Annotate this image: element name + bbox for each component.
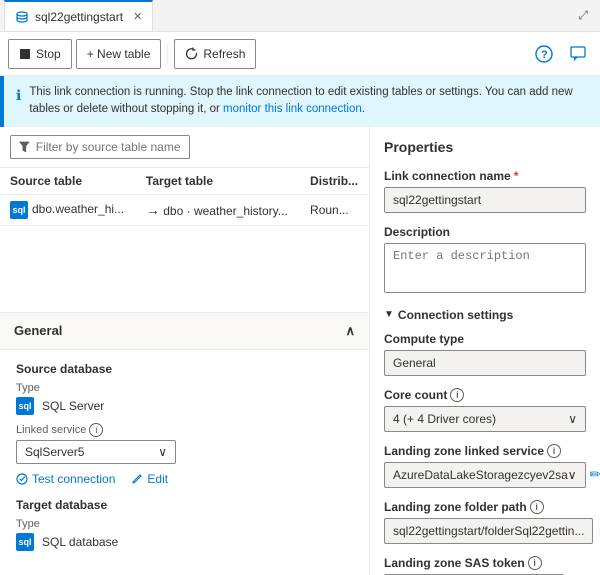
right-panel: Properties Link connection name * Descri… (370, 127, 600, 575)
col-distrib: Distrib... (300, 168, 369, 195)
core-count-field: Core count i 4 (+ 4 Driver cores) ∨ (384, 388, 586, 432)
left-panel: Source table Target table Distrib... sql… (0, 127, 370, 575)
landing-zone-path-select[interactable]: sql22gettingstart/folderSql22gettin... (384, 518, 593, 544)
source-db-group: Source database Type sql SQL Server Link… (16, 362, 353, 486)
landing-zone-service-edit-icon[interactable]: ✏ (590, 466, 600, 483)
chevron-up-icon: ∧ (345, 323, 355, 339)
landing-zone-path-field: Landing zone folder path i sql22gettings… (384, 500, 586, 544)
test-connection-link[interactable]: Test connection (16, 472, 115, 486)
test-icon (16, 473, 28, 485)
toolbar: Stop + New table Refresh ? (0, 32, 600, 76)
new-table-button[interactable]: + New table (76, 39, 162, 69)
feedback-icon[interactable] (564, 40, 592, 68)
collapse-icon: ▼ (384, 309, 394, 320)
col-source-table: Source table (0, 168, 136, 195)
tab-label: sql22gettingstart (35, 10, 123, 24)
landing-zone-service-field: Landing zone linked service i AzureDataL… (384, 444, 586, 488)
col-target-table: Target table (136, 168, 300, 195)
chevron-down-icon: ∨ (158, 445, 167, 459)
refresh-button[interactable]: Refresh (174, 39, 256, 69)
edit-link[interactable]: Edit (131, 472, 168, 486)
description-textarea[interactable] (384, 243, 586, 293)
sas-token-info-icon[interactable]: i (528, 556, 542, 570)
landing-zone-service-select[interactable]: AzureDataLakeStoragezcyev2sa ∨ (384, 462, 586, 488)
description-field: Description (384, 225, 586, 296)
info-icon: ℹ (16, 85, 21, 106)
landing-zone-service-info-icon[interactable]: i (547, 444, 561, 458)
properties-title: Properties (384, 139, 586, 155)
table-container: Source table Target table Distrib... sql… (0, 168, 369, 312)
source-table: Source table Target table Distrib... sql… (0, 168, 369, 226)
filter-input[interactable] (36, 140, 181, 154)
general-section-header[interactable]: General ∧ (0, 313, 369, 350)
arrow-icon: → (146, 202, 160, 218)
target-cell: → dbo · weather_history... (136, 194, 300, 225)
landing-zone-path-info-icon[interactable]: i (530, 500, 544, 514)
conn-settings-header[interactable]: ▼ Connection settings (384, 308, 586, 322)
info-link[interactable]: monitor this link connection (223, 103, 362, 115)
core-count-select[interactable]: 4 (+ 4 Driver cores) ∨ (384, 406, 586, 432)
stop-icon (19, 48, 31, 60)
sas-token-field: Landing zone SAS token i •••••••••••••••… (384, 556, 586, 575)
info-text: This link connection is running. Stop th… (29, 84, 588, 119)
refresh-icon (185, 47, 198, 60)
linked-service-field: Linked service i SqlServer5 ∨ (16, 423, 353, 464)
filter-bar (0, 127, 369, 168)
general-section-body: Source database Type sql SQL Server Link… (0, 350, 369, 575)
tab-sql22gettingstart[interactable]: sql22gettingstart ✕ (4, 0, 153, 31)
action-links: Test connection Edit (16, 472, 353, 486)
filter-icon (19, 141, 30, 153)
sql-server-badge: sql (16, 397, 34, 415)
core-count-info-icon[interactable]: i (450, 388, 464, 402)
required-star: * (514, 169, 519, 183)
compute-type-field: Compute type General (384, 332, 586, 376)
target-type-field: Type sql SQL database (16, 518, 353, 551)
source-cell: sqldbo.weather_hi... (0, 194, 136, 225)
distrib-cell: Roun... (300, 194, 369, 225)
chevron-down-icon: ∨ (568, 412, 577, 426)
compute-type-value: General (384, 350, 586, 376)
stop-button[interactable]: Stop (8, 39, 72, 69)
tab-bar: sql22gettingstart ✕ ⤢ (0, 0, 600, 32)
toolbar-separator (167, 44, 168, 64)
database-icon (15, 10, 29, 24)
help-icon[interactable]: ? (530, 40, 558, 68)
link-connection-name-input[interactable] (384, 187, 586, 213)
info-banner: ℹ This link connection is running. Stop … (0, 76, 600, 127)
tab-close-icon[interactable]: ✕ (133, 10, 142, 23)
table-row[interactable]: sqldbo.weather_hi... → dbo · weather_his… (0, 194, 369, 225)
sql-db-badge: sql (16, 533, 34, 551)
filter-input-wrapper[interactable] (10, 135, 190, 159)
edit-icon (131, 473, 143, 485)
svg-text:?: ? (541, 49, 548, 61)
target-db-group: Target database Type sql SQL database (16, 498, 353, 551)
linked-service-select[interactable]: SqlServer5 ∨ (16, 440, 176, 464)
type-field: Type sql SQL Server (16, 382, 353, 415)
link-connection-name-field: Link connection name * (384, 169, 586, 213)
main-content: Source table Target table Distrib... sql… (0, 127, 600, 575)
dbo-badge: sql (10, 201, 28, 219)
expand-icon[interactable]: ⤢ (570, 4, 596, 27)
toolbar-actions: ? (530, 40, 592, 68)
linked-service-info-icon[interactable]: i (89, 423, 103, 437)
chevron-down-icon: ∨ (568, 468, 577, 482)
general-section: General ∧ Source database Type sql SQL S… (0, 312, 369, 575)
